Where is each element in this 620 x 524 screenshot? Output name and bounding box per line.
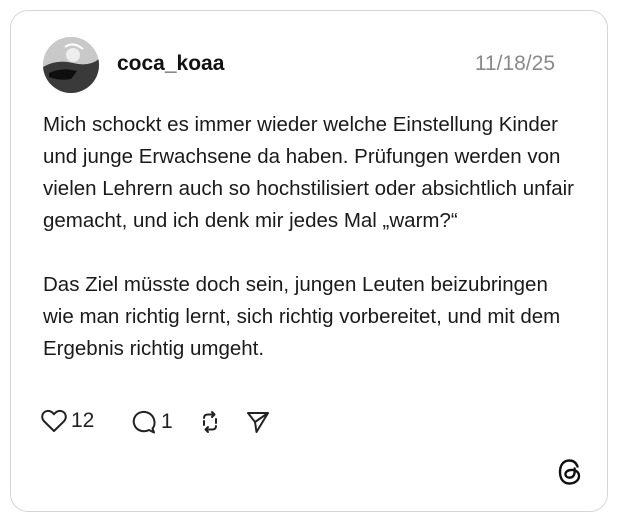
reply-count: 1: [161, 410, 173, 433]
like-count: 12: [71, 409, 95, 432]
send-icon: [247, 412, 269, 433]
username[interactable]: coca_koaa: [117, 52, 224, 76]
like-button[interactable]: 12: [41, 409, 94, 433]
share-button[interactable]: [245, 409, 271, 435]
post-text: Mich schockt es immer wieder welche Eins…: [43, 113, 575, 360]
reply-button[interactable]: 1: [131, 409, 173, 435]
avatar[interactable]: [43, 37, 99, 93]
post-date: 11/18/25: [474, 52, 555, 75]
repost-button[interactable]: [197, 409, 223, 435]
repost-icon: [203, 411, 217, 433]
threads-logo-icon: [557, 458, 583, 491]
post-card: coca_koaa 11/18/25 Mich schockt es immer…: [10, 10, 608, 512]
heart-icon: [41, 409, 67, 432]
speech-bubble-icon: [132, 410, 156, 434]
